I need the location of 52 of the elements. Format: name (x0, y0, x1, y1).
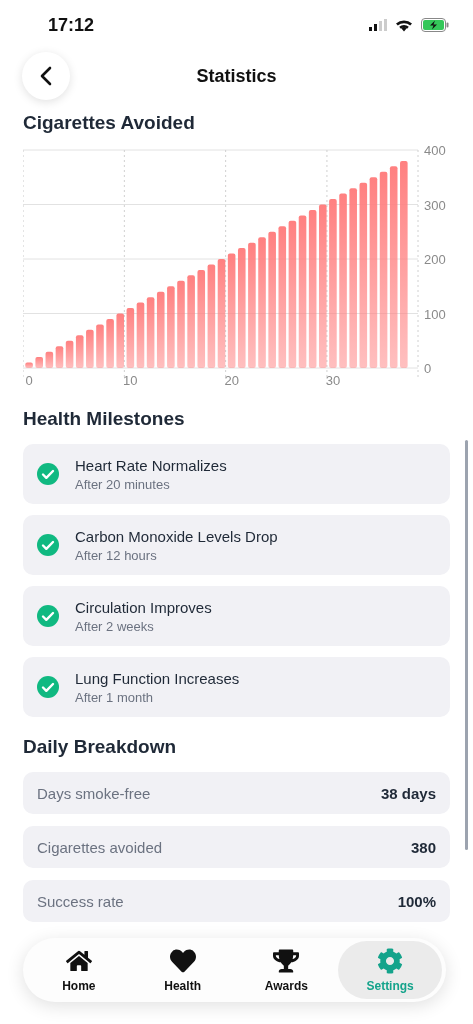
chart-bar (35, 357, 43, 368)
milestone-time: After 12 hours (75, 547, 158, 563)
y-tick-label: 0 (424, 361, 432, 376)
stat-label: Success rate (37, 892, 124, 910)
tab-item[interactable]: Health (130, 941, 235, 999)
settings-icon (377, 947, 404, 974)
stat-value: 380 (410, 838, 436, 856)
heart-icon (169, 947, 196, 974)
back-button[interactable] (22, 52, 70, 100)
milestone-time: After 2 weeks (75, 618, 155, 634)
tab-item[interactable]: Home (27, 941, 131, 999)
x-tick-label: 20 (224, 373, 239, 386)
stat-label: Days smoke-free (37, 784, 151, 802)
y-tick-label: 200 (424, 252, 446, 267)
chart-bar (96, 324, 104, 368)
wifi-icon (395, 18, 413, 32)
battery-icon (421, 18, 449, 32)
section-title: Cigarettes Avoided (23, 112, 196, 134)
section-title: Daily Breakdown (23, 736, 178, 758)
back-icon (39, 66, 53, 86)
tab-item[interactable]: Awards (234, 941, 339, 999)
section-title: Health Milestones (23, 408, 186, 430)
stat-value: 100% (397, 892, 436, 910)
chart-bar (55, 346, 64, 368)
y-tick-label: 400 (424, 144, 446, 158)
x-tick-label: 10 (123, 373, 138, 386)
y-tick-label: 100 (424, 306, 446, 322)
y-tick-label: 300 (424, 197, 446, 213)
page-title: Statistics (196, 65, 277, 87)
chart-bar (146, 297, 155, 368)
chart-bar (116, 313, 125, 368)
chart-bar (25, 362, 33, 368)
chart-bar (45, 351, 54, 368)
stat-value: 38 days (380, 784, 436, 802)
milestone-title: Heart Rate Normalizes (75, 456, 227, 474)
chart-bar (106, 318, 114, 368)
x-tick-label: 0 (25, 373, 33, 386)
milestone-time: After 20 minutes (75, 476, 171, 492)
chart-bar (75, 335, 84, 368)
signal-icon (369, 19, 387, 31)
x-tick-label: 30 (325, 373, 341, 386)
milestone-time: After 1 month (75, 689, 155, 705)
stat-label: Cigarettes avoided (37, 838, 163, 856)
chart-bar (86, 329, 94, 368)
milestone-title: Circulation Improves (75, 598, 212, 616)
chart-bar (65, 340, 74, 368)
chart-bar (136, 302, 145, 368)
chart-bar (126, 308, 135, 368)
status-time: 17:12 (48, 14, 95, 36)
milestone-title: Lung Function Increases (75, 669, 240, 687)
trophy-icon (273, 947, 300, 974)
milestone-title: Carbon Monoxide Levels Drop (75, 527, 278, 545)
